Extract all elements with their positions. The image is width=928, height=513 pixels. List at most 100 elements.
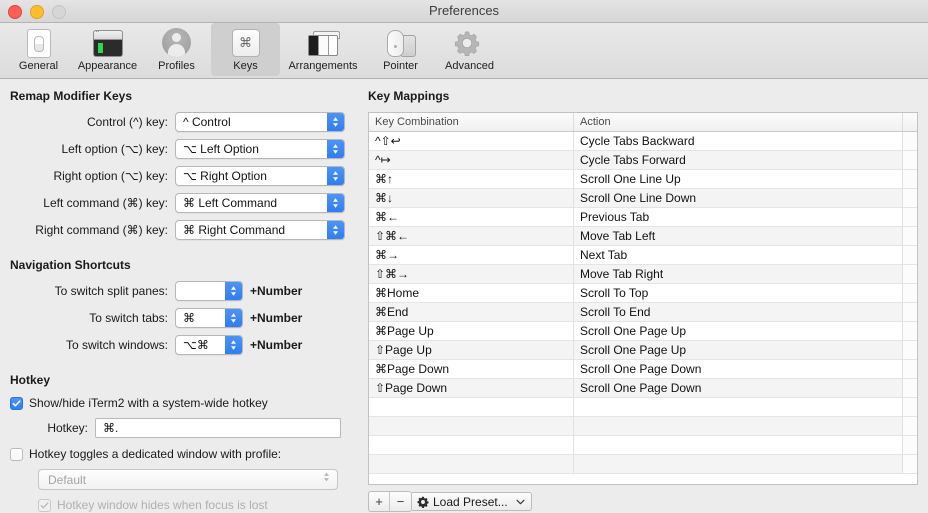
hotkey-show-hide-checkbox[interactable] (10, 397, 23, 410)
nav-select-windows[interactable]: ⌥⌘ (175, 335, 243, 355)
remap-label-right-command: Right command (⌘) key: (10, 223, 175, 237)
table-row[interactable]: ⌘HomeScroll To Top (369, 284, 917, 303)
table-row[interactable]: ⌘←Previous Tab (369, 208, 917, 227)
table-row[interactable]: ⇧Page DownScroll One Page Down (369, 379, 917, 398)
table-row[interactable]: ⌘EndScroll To End (369, 303, 917, 322)
toolbar-item-profiles[interactable]: Profiles (142, 23, 211, 76)
stepper-chevrons-icon[interactable] (225, 282, 242, 300)
cell-key-combination: ⌘← (369, 208, 574, 226)
toolbar-label-arrangements: Arrangements (288, 60, 357, 72)
hotkey-profile-popup[interactable]: Default (38, 469, 338, 490)
table-row[interactable] (369, 455, 917, 474)
table-row[interactable]: ^⇧↩Cycle Tabs Backward (369, 132, 917, 151)
cell-spacer (903, 227, 917, 245)
stepper-chevrons-icon[interactable] (225, 309, 242, 327)
stepper-chevrons-icon[interactable] (327, 113, 344, 131)
cell-action: Scroll One Page Up (574, 322, 903, 340)
stepper-chevrons-icon[interactable] (327, 167, 344, 185)
toolbar-label-keys: Keys (233, 60, 257, 72)
cell-key-combination: ^↦ (369, 151, 574, 169)
table-row[interactable]: ⌘Page DownScroll One Page Down (369, 360, 917, 379)
cell-key-combination (369, 417, 574, 435)
table-row[interactable] (369, 398, 917, 417)
nav-label-split-panes: To switch split panes: (10, 284, 175, 298)
table-row[interactable]: ^↦Cycle Tabs Forward (369, 151, 917, 170)
remap-select-left-command[interactable]: ⌘ Left Command (175, 193, 345, 213)
cell-spacer (903, 455, 917, 473)
remap-select-right-option[interactable]: ⌥ Right Option (175, 166, 345, 186)
cell-spacer (903, 132, 917, 150)
nav-select-tabs[interactable]: ⌘ (175, 308, 243, 328)
title-bar: Preferences (0, 0, 928, 23)
table-row[interactable] (369, 436, 917, 455)
nav-suffix-tabs: +Number (243, 311, 302, 325)
remap-label-right-option: Right option (⌥) key: (10, 169, 175, 183)
column-header-action[interactable]: Action (574, 113, 903, 131)
column-header-spacer (903, 113, 917, 131)
toolbar-item-keys[interactable]: ⌘ Keys (211, 23, 280, 76)
remap-row-left-option: Left option (⌥) key: ⌥ Left Option (10, 139, 358, 159)
stepper-chevrons-icon[interactable] (327, 221, 344, 239)
hotkey-dedicated-window-checkbox[interactable] (10, 448, 23, 461)
chevron-down-icon (508, 497, 525, 507)
hotkey-hides-on-focus-label: Hotkey window hides when focus is lost (57, 498, 268, 512)
hotkey-field-row: Hotkey: ⌘. (10, 418, 358, 438)
cell-spacer (903, 170, 917, 188)
table-row[interactable]: ⌘↓Scroll One Line Down (369, 189, 917, 208)
cell-action: Scroll One Line Down (574, 189, 903, 207)
remove-mapping-button[interactable]: − (390, 492, 411, 511)
cell-key-combination (369, 455, 574, 473)
remap-select-control[interactable]: ^ Control (175, 112, 345, 132)
table-row[interactable] (369, 417, 917, 436)
cell-key-combination: ⇧Page Down (369, 379, 574, 397)
toolbar-label-pointer: Pointer (383, 60, 418, 72)
cell-action (574, 455, 903, 473)
toolbar-item-advanced[interactable]: Advanced (435, 23, 504, 76)
remap-value-control: ^ Control (176, 115, 327, 129)
stepper-chevrons-icon[interactable] (225, 336, 242, 354)
cell-spacer (903, 341, 917, 359)
general-icon (22, 27, 56, 58)
cell-key-combination: ^⇧↩ (369, 132, 574, 150)
table-row[interactable]: ⌘→Next Tab (369, 246, 917, 265)
table-row[interactable]: ⇧⌘←Move Tab Left (369, 227, 917, 246)
toolbar-item-appearance[interactable]: Appearance (73, 23, 142, 76)
toolbar-item-pointer[interactable]: Pointer (366, 23, 435, 76)
cell-spacer (903, 246, 917, 264)
right-pane: Key Mappings Key Combination Action ^⇧↩C… (358, 79, 928, 513)
cell-spacer (903, 303, 917, 321)
remap-row-right-option: Right option (⌥) key: ⌥ Right Option (10, 166, 358, 186)
hotkey-dedicated-window-row[interactable]: Hotkey toggles a dedicated window with p… (10, 447, 358, 461)
pointer-icon (384, 27, 418, 58)
cell-key-combination (369, 398, 574, 416)
table-row[interactable]: ⌘Page UpScroll One Page Up (369, 322, 917, 341)
remap-value-right-command: ⌘ Right Command (176, 223, 327, 237)
hotkey-input[interactable]: ⌘. (95, 418, 341, 438)
keys-icon: ⌘ (229, 27, 263, 58)
key-mappings-table: Key Combination Action ^⇧↩Cycle Tabs Bac… (368, 112, 918, 485)
cell-action: Cycle Tabs Backward (574, 132, 903, 150)
stepper-chevrons-icon[interactable] (327, 140, 344, 158)
column-header-key-combination[interactable]: Key Combination (369, 113, 574, 131)
cell-key-combination: ⌘End (369, 303, 574, 321)
nav-row-tabs: To switch tabs: ⌘ +Number (10, 308, 358, 328)
table-row[interactable]: ⌘↑Scroll One Line Up (369, 170, 917, 189)
cell-action: Scroll To Top (574, 284, 903, 302)
stepper-chevrons-icon[interactable] (327, 194, 344, 212)
remap-select-left-option[interactable]: ⌥ Left Option (175, 139, 345, 159)
load-preset-label: Load Preset... (433, 495, 508, 509)
cell-action: Scroll One Page Down (574, 379, 903, 397)
cell-action (574, 417, 903, 435)
table-row[interactable]: ⇧Page UpScroll One Page Up (369, 341, 917, 360)
load-preset-popup[interactable]: Load Preset... (412, 492, 532, 511)
hotkey-show-hide-label: Show/hide iTerm2 with a system-wide hotk… (29, 396, 268, 410)
nav-label-tabs: To switch tabs: (10, 311, 175, 325)
toolbar-item-general[interactable]: General (4, 23, 73, 76)
table-row[interactable]: ⇧⌘→Move Tab Right (369, 265, 917, 284)
toolbar-item-arrangements[interactable]: Arrangements (280, 23, 366, 76)
hotkey-show-hide-row[interactable]: Show/hide iTerm2 with a system-wide hotk… (10, 396, 358, 410)
nav-select-split-panes[interactable] (175, 281, 243, 301)
add-mapping-button[interactable]: + (369, 492, 390, 511)
cell-spacer (903, 436, 917, 454)
remap-select-right-command[interactable]: ⌘ Right Command (175, 220, 345, 240)
